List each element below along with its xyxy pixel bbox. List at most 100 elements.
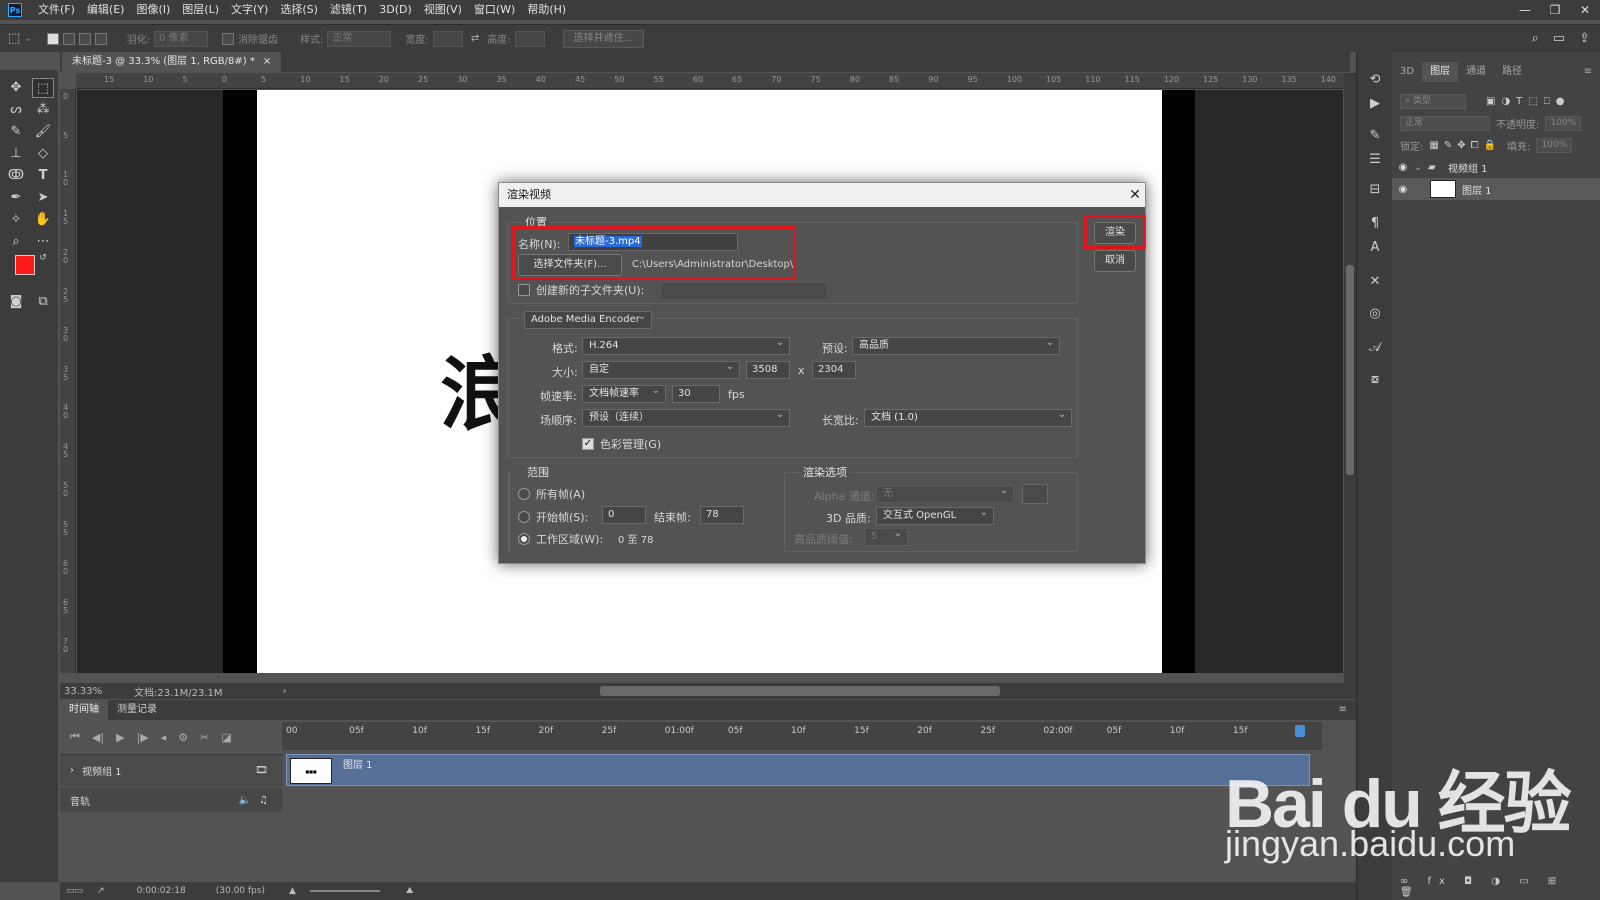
marquee-tool-icon[interactable]: ⬚ (32, 78, 54, 98)
preset-select[interactable]: 高品质 (852, 335, 1060, 355)
menu-select[interactable]: 选择(S) (274, 0, 324, 20)
play-icon[interactable]: ▶ (116, 731, 124, 744)
opacity-input[interactable]: 100% (1545, 115, 1582, 131)
start-frame-input[interactable]: 0 (602, 506, 646, 524)
add-selection-icon[interactable] (62, 32, 75, 45)
minimize-button[interactable]: — (1510, 0, 1540, 20)
width-input[interactable] (432, 30, 463, 47)
field-order-select[interactable]: 预设（连续） (582, 407, 790, 427)
character-icon[interactable]: A (1365, 238, 1385, 258)
menu-3d[interactable]: 3D(D) (373, 0, 418, 20)
work-area-radio[interactable] (518, 533, 530, 545)
type-tool-icon[interactable]: T (32, 166, 54, 186)
menu-file[interactable]: 文件(F) (32, 0, 81, 20)
layer-group-row[interactable]: ◉ ⌄ ▰ 视频组 1 (1392, 156, 1600, 178)
intersect-selection-icon[interactable] (94, 32, 107, 45)
eyedropper-icon[interactable]: ✎ (5, 122, 27, 142)
document-tab[interactable]: 未标题-3 @ 33.3% (图层 1, RGB/8#) * × (62, 52, 282, 72)
format-select[interactable]: H.264 (582, 335, 790, 355)
tab-channels[interactable]: 通道 (1458, 62, 1494, 82)
menu-help[interactable]: 帮助(H) (521, 0, 572, 20)
hq-threshold-select[interactable]: 5 (864, 526, 908, 546)
menu-image[interactable]: 图像(I) (130, 0, 176, 20)
antialias-checkbox[interactable] (222, 32, 235, 45)
zoom-level[interactable]: 33.33% (64, 686, 124, 697)
hand-tool-icon[interactable]: ✋ (32, 210, 54, 230)
encoder-select[interactable]: Adobe Media Encoder (524, 309, 652, 329)
marquee-tool-preset[interactable]: ⬚ ⌄ (8, 31, 33, 46)
dialog-close-icon[interactable]: ✕ (1124, 183, 1146, 207)
timeline-zoom-slider[interactable] (310, 890, 380, 892)
tab-3d[interactable]: 3D (1392, 62, 1422, 82)
path-select-icon[interactable]: ➤ (32, 188, 54, 208)
smudge-tool-icon[interactable]: ↂ (5, 166, 27, 186)
horizontal-scroll-thumb[interactable] (600, 686, 1000, 696)
convert-icon[interactable]: ↗ (97, 886, 105, 896)
subfolder-name-input[interactable] (660, 282, 828, 300)
start-frame-radio[interactable] (518, 511, 530, 523)
menu-edit[interactable]: 编辑(E) (81, 0, 131, 20)
subtract-selection-icon[interactable] (78, 32, 91, 45)
move-tool-icon[interactable]: ✥ (5, 78, 27, 98)
all-frames-radio[interactable] (518, 488, 530, 500)
split-clip-icon[interactable]: ✂ (200, 731, 209, 744)
fps-input[interactable]: 30 (672, 385, 720, 403)
fill-input[interactable]: 100% (1536, 137, 1573, 153)
color-management-checkbox[interactable]: ✓ (582, 438, 594, 450)
next-frame-icon[interactable]: |▶ (137, 731, 149, 744)
stamp-tool-icon[interactable]: ⊥ (5, 144, 27, 164)
zoom-in-mountain-icon[interactable]: ⛰ (406, 886, 414, 896)
music-note-icon[interactable]: ♫ (259, 795, 268, 806)
paragraph-icon[interactable]: ¶ (1365, 214, 1385, 234)
visibility-eye-icon[interactable]: ◉ (1392, 162, 1414, 173)
new-selection-icon[interactable] (46, 32, 59, 45)
properties-icon[interactable]: ⊟ (1365, 180, 1385, 200)
workspace-icon[interactable]: ▭ (1553, 31, 1565, 46)
close-window-button[interactable]: ✕ (1570, 0, 1600, 20)
select-and-mask-button[interactable]: 选择并遮住... (562, 29, 645, 48)
settings-gear-icon[interactable]: ⚙ (178, 731, 188, 744)
search-icon[interactable]: ⌕ (1532, 31, 1539, 46)
video-group-track-header[interactable]: › 视频组 1 🎞 (60, 754, 282, 786)
navigator-icon[interactable]: ⧇ (1365, 370, 1385, 390)
cancel-button[interactable]: 取消 (1094, 250, 1136, 272)
layer-filter-select[interactable]: ⌕ 类型 (1400, 93, 1466, 109)
magic-wand-icon[interactable]: ⁂ (32, 100, 54, 120)
glyph-a-icon[interactable]: 𝒜 (1365, 338, 1385, 358)
puppet-tool-icon[interactable]: ✧ (5, 210, 27, 230)
layers-footer-icons[interactable]: ∞ fx ◘ ◑ ▭ ⊞ 🗑 (1392, 876, 1600, 898)
swap-colors-icon[interactable]: ↺ (32, 248, 54, 268)
restore-button[interactable]: ❐ (1540, 0, 1570, 20)
render-icon[interactable]: ▭▭ (66, 886, 83, 896)
layer-clip[interactable] (286, 754, 1310, 786)
status-menu-arrow[interactable]: › (283, 686, 287, 697)
height-input[interactable]: 2304 (812, 361, 856, 379)
lock-icons[interactable]: ▦✎✥⧠🔒 (1429, 140, 1501, 151)
blend-mode-select[interactable]: 正常 (1400, 115, 1490, 131)
share-icon[interactable]: ⇪ (1579, 31, 1590, 46)
swap-icon[interactable]: ⇄ (471, 33, 479, 44)
panel-menu-icon[interactable]: ≡ (1330, 700, 1356, 720)
audio-toggle-icon[interactable]: ◂ (161, 731, 167, 744)
glyphs-icon[interactable]: ◎ (1365, 304, 1385, 324)
layers-menu-icon[interactable]: ≡ (1576, 62, 1600, 82)
alpha-color-swatch[interactable] (1022, 484, 1048, 504)
adjustments-icon[interactable]: ☰ (1365, 150, 1385, 170)
width-input[interactable]: 3508 (746, 361, 790, 379)
framerate-select[interactable]: 文档帧速率 (582, 383, 666, 403)
group-expand-icon[interactable]: ⌄ (1414, 162, 1428, 173)
lasso-tool-icon[interactable]: ᔕ (5, 100, 27, 120)
height-input[interactable] (514, 30, 545, 47)
menu-window[interactable]: 窗口(W) (468, 0, 521, 20)
menu-type[interactable]: 文字(Y) (225, 0, 274, 20)
style-select[interactable]: 正常 (327, 30, 392, 47)
feather-input[interactable]: 0 像素 (154, 30, 209, 47)
audio-track-header[interactable]: 音轨 🔈 ♫ (60, 788, 282, 812)
zoom-tool-icon[interactable]: ⌕ (5, 232, 27, 252)
timeline-ruler[interactable]: 00 05f 10f 15f 20f 25f 01:00f 05f 10f 15f 20f 25f 02… (282, 722, 1322, 750)
tab-paths[interactable]: 路径 (1494, 62, 1530, 82)
zoom-out-mountain-icon[interactable]: ▲ (289, 886, 296, 896)
quality-3d-select[interactable]: 交互式 OpenGL (876, 505, 994, 525)
tab-measurement-log[interactable]: 测量记录 (108, 700, 166, 720)
speaker-icon[interactable]: 🔈 (239, 795, 251, 806)
